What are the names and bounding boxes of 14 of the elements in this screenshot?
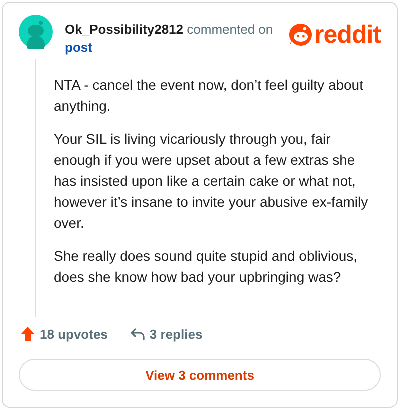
upvote-count: 18 upvotes xyxy=(40,326,108,342)
reddit-wordmark: reddit xyxy=(314,23,381,47)
avatar-icon xyxy=(19,15,53,49)
comment-paragraph: NTA - cancel the event now, don’t feel guilty about anything. xyxy=(54,76,364,116)
comment-paragraph: Your SIL is living vicariously through you, fair enough if you were upset about a few extras she has insisted upon like a certain cake or what not, however it’s insane to invite your abusive ex-family over. xyxy=(54,130,370,233)
reply-count: 3 replies xyxy=(150,326,203,342)
view-comments-button[interactable]: View 3 comments xyxy=(19,359,381,391)
snoo-icon xyxy=(288,23,313,47)
reply-icon xyxy=(130,326,146,342)
username[interactable]: Ok_Possibility2812 xyxy=(65,22,184,37)
action-text: commented on xyxy=(187,22,274,37)
upvote-icon xyxy=(20,326,36,342)
comment-paragraph: She really does sound quite stupid and oblivious, does she know how bad your upbringing was? xyxy=(54,247,359,287)
post-link[interactable]: post xyxy=(65,39,92,57)
